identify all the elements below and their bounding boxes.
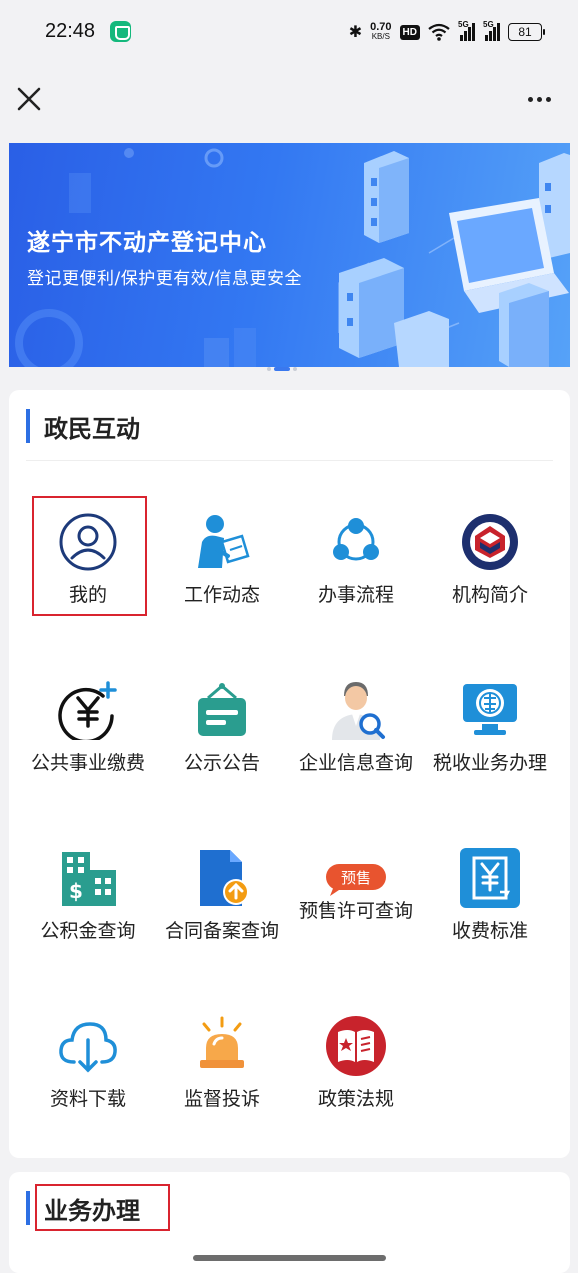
battery-level: 81 bbox=[518, 25, 532, 39]
tax-monitor-icon bbox=[463, 684, 517, 735]
grid-item-label: 我的 bbox=[68, 584, 107, 606]
grid-item-label: 办事流程 bbox=[317, 584, 394, 606]
grid-item-download[interactable]: 资料下载 bbox=[21, 998, 155, 1128]
building-1 bbox=[364, 151, 409, 243]
banner-title: 遂宁市不动产登记中心 bbox=[27, 230, 267, 256]
flow-icon bbox=[333, 518, 379, 561]
grid-item-label: 机构简介 bbox=[451, 584, 528, 606]
grid-item-business-query[interactable]: 企业信息查询 bbox=[289, 662, 423, 792]
grid-item-label: 税收业务办理 bbox=[432, 752, 547, 774]
section-header: 政民互动 bbox=[26, 406, 140, 446]
carousel-dot[interactable] bbox=[267, 367, 271, 371]
grid-item-mine[interactable]: 我的 bbox=[21, 494, 155, 624]
banner-subtitle: 登记更便利/保护更有效/信息更安全 bbox=[27, 269, 302, 289]
presale-tag-text: 预售 bbox=[341, 869, 371, 887]
grid-item-fee-standard[interactable]: 收费标准 bbox=[423, 830, 557, 960]
grid-item-work-news[interactable]: 工作动态 bbox=[155, 494, 289, 624]
business-person-icon bbox=[332, 682, 385, 740]
banner[interactable]: 遂宁市不动产登记中心 登记更便利/保护更有效/信息更安全 bbox=[9, 143, 570, 367]
law-book-icon bbox=[326, 1016, 386, 1076]
grid-item-label: 公共事业缴费 bbox=[30, 752, 145, 774]
grid-item-label: 预售许可查询 bbox=[298, 900, 413, 922]
grid-item-label: 合同备案查询 bbox=[164, 920, 279, 942]
speed-unit: KB/S bbox=[371, 32, 390, 41]
grid-item-policy[interactable]: 政策法规 bbox=[289, 998, 423, 1128]
yuan-plus-icon bbox=[58, 681, 117, 740]
battery-icon: 81 bbox=[508, 23, 545, 41]
notice-board-icon bbox=[198, 683, 246, 736]
grid-item-complaint[interactable]: 监督投诉 bbox=[155, 998, 289, 1128]
alarm-light-icon bbox=[200, 1016, 244, 1068]
section-title: 政民互动 bbox=[44, 414, 140, 443]
svg-text:$: $ bbox=[69, 879, 83, 903]
home-indicator[interactable] bbox=[193, 1255, 386, 1261]
close-button[interactable] bbox=[14, 84, 44, 114]
signal-1-icon: 5G bbox=[458, 20, 475, 41]
section-accent-bar bbox=[26, 409, 30, 443]
carousel-dot-active[interactable] bbox=[274, 367, 290, 371]
grid-item-label: 资料下载 bbox=[49, 1088, 126, 1110]
document-upload-icon bbox=[200, 850, 249, 906]
grid-item-label: 工作动态 bbox=[183, 584, 260, 606]
signal-2-icon: 5G bbox=[483, 20, 500, 41]
grid-item-label: 公积金查询 bbox=[40, 920, 136, 942]
emblem-icon bbox=[462, 514, 518, 570]
grid-item-about[interactable]: 机构简介 bbox=[423, 494, 557, 624]
status-bar: 22:48 ✱ 0.70 KB/S HD 5G 5G 81 bbox=[0, 0, 578, 64]
carousel-dot[interactable] bbox=[293, 367, 297, 371]
grid-item-notice[interactable]: 公示公告 bbox=[155, 662, 289, 792]
cloud-download-icon bbox=[59, 1022, 117, 1073]
wifi-icon bbox=[428, 23, 450, 41]
yuan-document-icon bbox=[460, 848, 520, 908]
section-header: 业务办理 bbox=[26, 1188, 140, 1228]
more-options-button[interactable] bbox=[524, 86, 554, 112]
section-title: 业务办理 bbox=[44, 1196, 140, 1225]
app-notification-icon bbox=[110, 21, 131, 42]
nav-bar bbox=[0, 64, 578, 134]
user-icon bbox=[59, 513, 117, 571]
grid-item-label: 公示公告 bbox=[183, 752, 260, 774]
status-time: 22:48 bbox=[45, 20, 96, 42]
grid-item-label: 收费标准 bbox=[451, 920, 528, 942]
interaction-card: 政民互动 我的 工作动态 办事流程 机构简介 公共事业缴费 公示公告 企业信息查… bbox=[9, 390, 570, 1158]
bluetooth-icon: ✱ bbox=[348, 24, 363, 41]
section-accent-bar bbox=[26, 1191, 30, 1225]
grid-item-provident-fund[interactable]: $ 公积金查询 bbox=[21, 830, 155, 960]
hd-badge: HD bbox=[399, 24, 420, 40]
close-icon bbox=[17, 87, 41, 111]
grid-item-tax[interactable]: 税收业务办理 bbox=[423, 662, 557, 792]
network-speed: 0.70 KB/S bbox=[370, 22, 391, 42]
speed-value: 0.70 bbox=[370, 21, 392, 33]
building-3 bbox=[339, 258, 404, 358]
signal-2-label: 5G bbox=[483, 20, 494, 29]
building-dollar-icon: $ bbox=[62, 852, 116, 906]
reading-person-icon bbox=[198, 515, 250, 568]
building-5 bbox=[499, 283, 549, 367]
grid-item-process[interactable]: 办事流程 bbox=[289, 494, 423, 624]
signal-1-label: 5G bbox=[458, 20, 469, 29]
grid-item-label: 企业信息查询 bbox=[298, 752, 413, 774]
grid-item-utility-payment[interactable]: 公共事业缴费 bbox=[21, 662, 155, 792]
grid-item-label: 监督投诉 bbox=[183, 1088, 260, 1110]
grid-item-presale-query[interactable]: 预售 预售许可查询 bbox=[289, 830, 423, 960]
grid-item-label: 政策法规 bbox=[317, 1088, 394, 1110]
status-indicators: ✱ 0.70 KB/S HD 5G 5G 81 bbox=[348, 20, 545, 44]
more-icon bbox=[527, 96, 533, 102]
grid-item-contract-query[interactable]: 合同备案查询 bbox=[155, 830, 289, 960]
carousel-indicator[interactable] bbox=[267, 367, 297, 371]
divider bbox=[26, 460, 553, 461]
